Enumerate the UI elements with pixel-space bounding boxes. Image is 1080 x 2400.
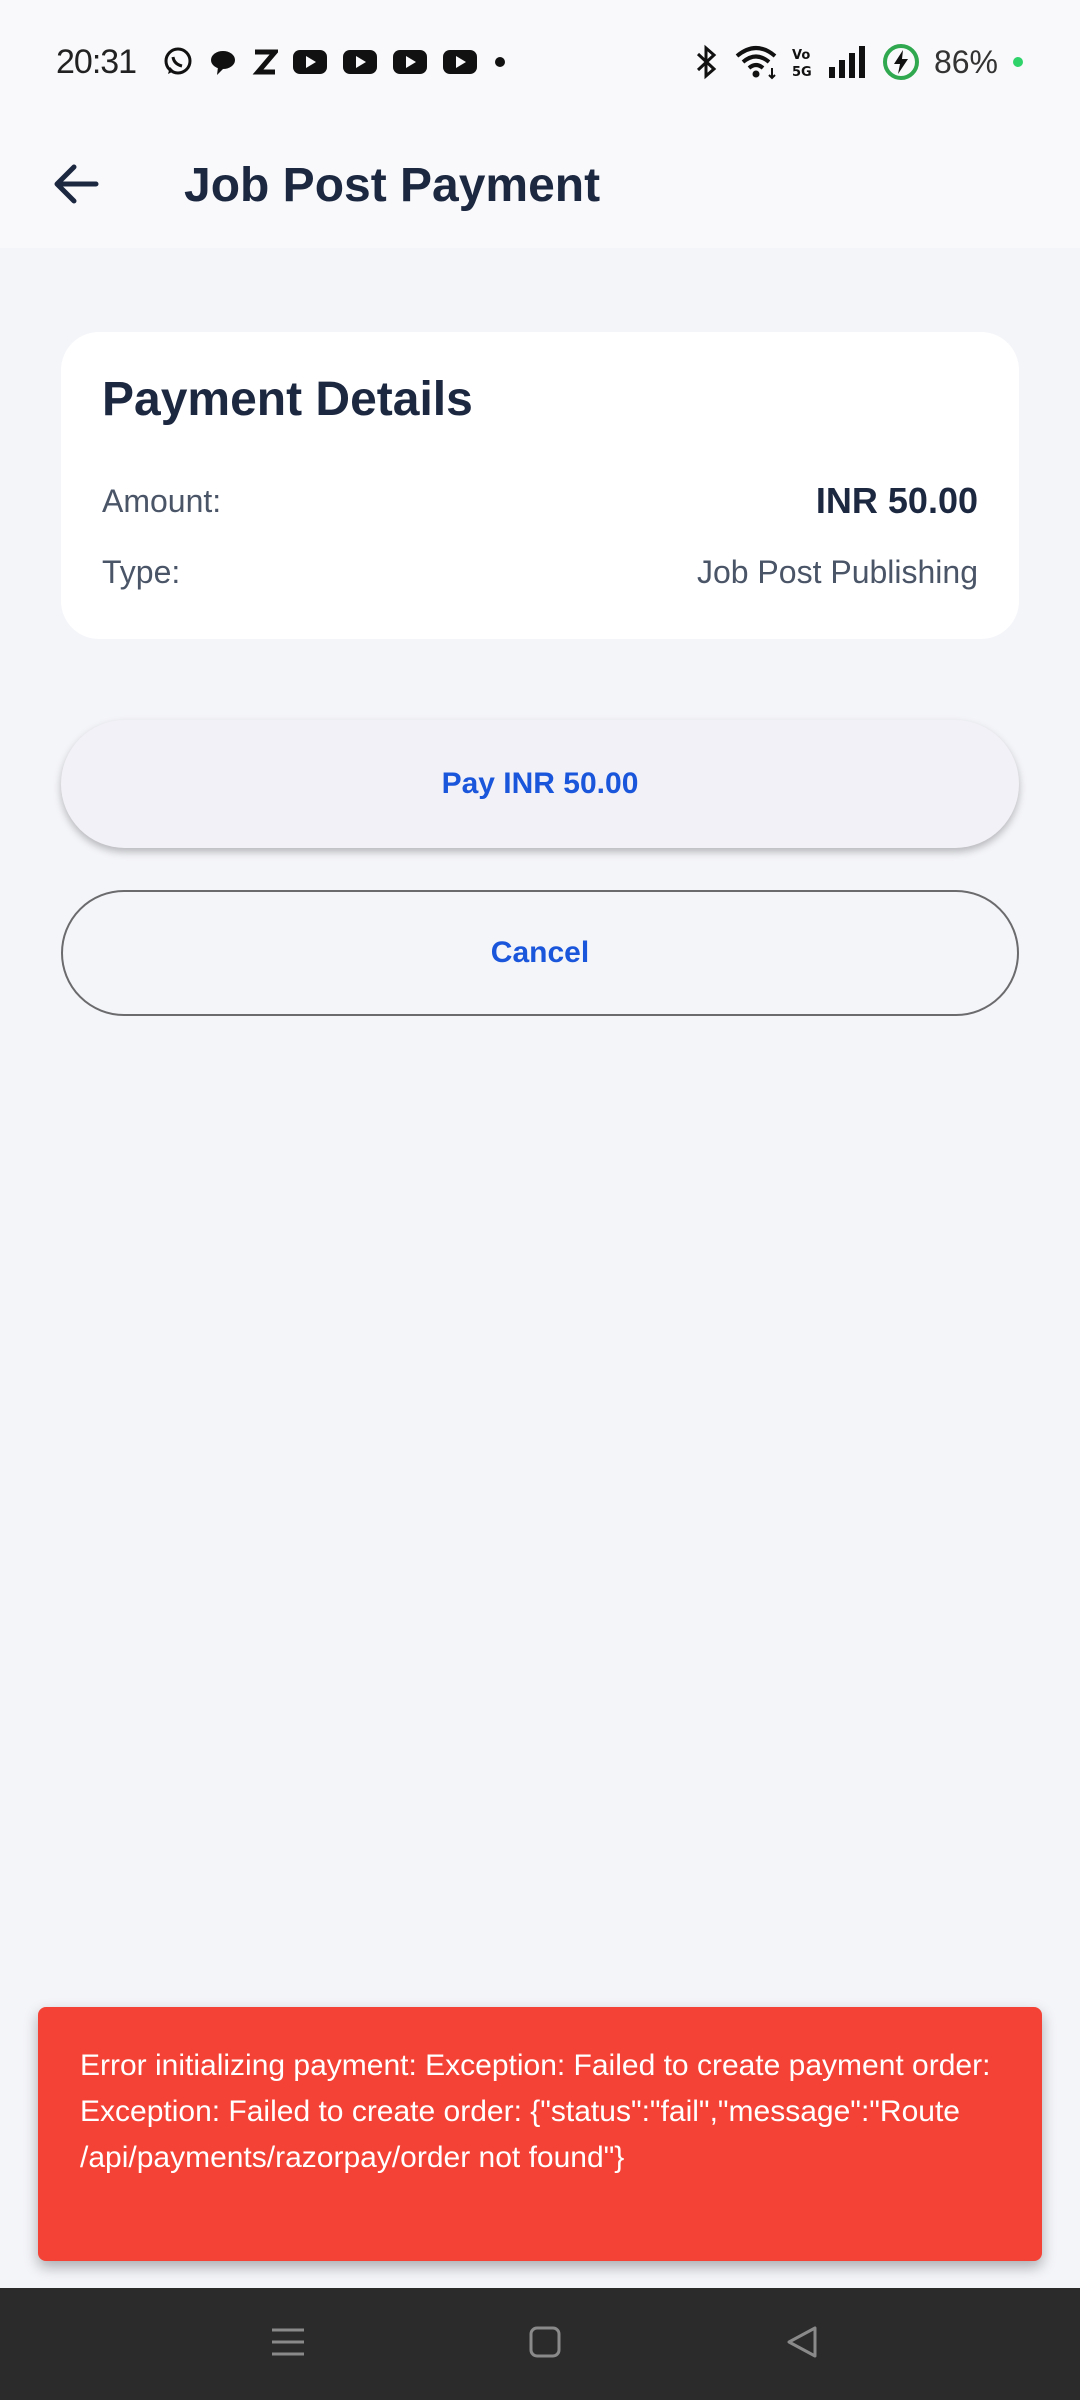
green-dot-icon <box>1012 56 1024 68</box>
bluetooth-icon <box>694 44 720 80</box>
home-button[interactable] <box>515 2314 575 2374</box>
chat-bubble-icon <box>208 47 238 77</box>
z-icon <box>252 47 279 77</box>
type-label: Type: <box>102 554 181 590</box>
battery-charging-icon <box>882 43 920 81</box>
arrow-left-icon <box>52 162 100 211</box>
svg-text:Vo: Vo <box>792 48 810 63</box>
amount-value: INR 50.00 <box>815 480 978 521</box>
payment-details-card: Payment Details Amount: INR 50.00 Type: … <box>61 332 1019 639</box>
amount-row: Amount: INR 50.00 <box>102 480 978 522</box>
signal-icon <box>828 45 868 79</box>
back-button[interactable] <box>44 154 108 218</box>
app-bar: Job Post Payment <box>0 124 1080 248</box>
error-message: Error initializing payment: Exception: F… <box>80 2049 991 2174</box>
svg-text:5G: 5G <box>792 65 812 79</box>
youtube-icon <box>342 48 378 76</box>
youtube-icon <box>442 48 478 76</box>
battery-percentage: 86% <box>933 43 998 80</box>
status-bar: 20:31 Vo 5G 86% <box>0 0 1080 124</box>
menu-icon <box>270 2326 306 2363</box>
cancel-button[interactable]: Cancel <box>61 890 1019 1016</box>
status-left: 20:31 <box>56 43 508 82</box>
youtube-icon <box>292 48 328 76</box>
status-right: Vo 5G 86% <box>694 43 1024 81</box>
type-row: Type: Job Post Publishing <box>102 554 978 591</box>
status-time: 20:31 <box>56 42 137 81</box>
wifi-icon <box>734 44 778 80</box>
card-title: Payment Details <box>102 373 473 426</box>
square-icon <box>528 2325 562 2364</box>
system-back-button[interactable] <box>772 2314 832 2374</box>
screen: 20:31 Vo 5G 86% Job Post Payment Payment… <box>0 0 1080 2400</box>
type-value: Job Post Publishing <box>696 554 978 590</box>
page-title: Job Post Payment <box>184 159 601 212</box>
navigation-bar <box>0 2288 1080 2400</box>
volte-5g-icon: Vo 5G <box>792 45 814 79</box>
youtube-icon <box>392 48 428 76</box>
error-snackbar: Error initializing payment: Exception: F… <box>38 2007 1042 2261</box>
whatsapp-icon <box>162 46 194 78</box>
dot-icon <box>492 54 508 70</box>
triangle-back-icon <box>785 2325 819 2364</box>
amount-label: Amount: <box>102 482 222 519</box>
pay-button[interactable]: Pay INR 50.00 <box>61 720 1019 848</box>
recent-apps-button[interactable] <box>258 2314 318 2374</box>
